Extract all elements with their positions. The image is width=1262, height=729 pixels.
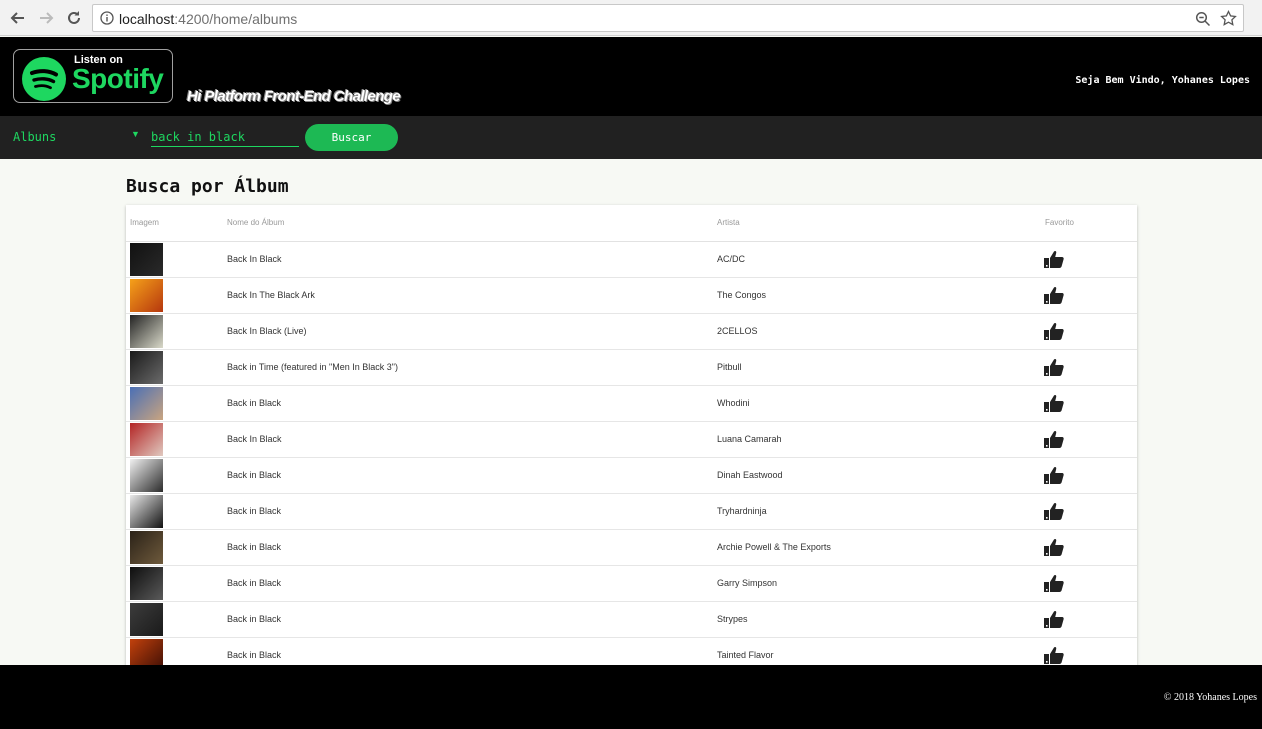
- spotify-logo-icon: [22, 57, 66, 101]
- table-row: Back in Black Strypes: [126, 602, 1137, 638]
- thumbs-up-icon[interactable]: [1044, 502, 1064, 520]
- artist-name: Whodini: [717, 398, 750, 408]
- column-header-image: Imagem: [130, 218, 159, 227]
- search-input[interactable]: [151, 127, 299, 147]
- album-cover: [130, 459, 163, 492]
- thumbs-up-icon[interactable]: [1044, 538, 1064, 556]
- app-header: Listen on Spotify Hi Platform Front-End …: [0, 37, 1262, 116]
- artist-name: Tryhardninja: [717, 506, 767, 516]
- albums-table: Imagem Nome do Álbum Artista Favorito Ba…: [126, 205, 1137, 675]
- reload-icon: [68, 11, 80, 24]
- table-row: Back in Black Whodini: [126, 386, 1137, 422]
- artist-name: The Congos: [717, 290, 767, 300]
- artist-name: Garry Simpson: [717, 578, 778, 588]
- thumbs-up-icon[interactable]: [1044, 574, 1064, 592]
- forward-button[interactable]: [34, 6, 58, 30]
- album-name: Back in Black: [227, 650, 282, 660]
- album-cover: [130, 279, 163, 312]
- table-header: Imagem Nome do Álbum Artista Favorito: [126, 205, 1137, 242]
- thumbs-up-icon[interactable]: [1044, 610, 1064, 628]
- album-name: Back in Black: [227, 470, 282, 480]
- album-name: Back in Black: [227, 398, 282, 408]
- url-text[interactable]: localhost:4200/home/albums: [119, 11, 297, 27]
- album-name: Back In Black (Live): [227, 326, 307, 336]
- listen-on-spotify-badge[interactable]: Listen on Spotify: [13, 49, 173, 103]
- artist-name: Luana Camarah: [717, 434, 782, 444]
- thumbs-up-icon[interactable]: [1044, 358, 1064, 376]
- column-header-favorite: Favorito: [1045, 218, 1074, 227]
- artist-name: Dinah Eastwood: [717, 470, 783, 480]
- album-cover: [130, 243, 163, 276]
- thumbs-up-icon[interactable]: [1044, 286, 1064, 304]
- thumbs-up-icon[interactable]: [1044, 394, 1064, 412]
- arrow-right-icon: [40, 12, 54, 24]
- album-cover: [130, 531, 163, 564]
- album-name: Back In Black: [227, 254, 282, 264]
- album-cover: [130, 387, 163, 420]
- column-header-artist: Artista: [717, 218, 740, 227]
- album-cover: [130, 351, 163, 384]
- table-row: Back in Black Garry Simpson: [126, 566, 1137, 602]
- bookmark-star-icon[interactable]: [1220, 10, 1237, 27]
- thumbs-up-icon[interactable]: [1044, 250, 1064, 268]
- thumbs-up-icon[interactable]: [1044, 646, 1064, 664]
- search-button[interactable]: Buscar: [305, 124, 398, 151]
- album-name: Back in Black: [227, 506, 282, 516]
- album-cover: [130, 315, 163, 348]
- album-cover: [130, 567, 163, 600]
- album-cover: [130, 603, 163, 636]
- album-name: Back in Black: [227, 542, 282, 552]
- search-bar: Albuns ▼ Buscar: [0, 116, 1262, 159]
- album-name: Back in Time (featured in "Men In Black …: [227, 362, 398, 372]
- artist-name: Pitbull: [717, 362, 742, 372]
- zoom-icon[interactable]: [1195, 11, 1211, 27]
- info-icon[interactable]: [100, 11, 114, 25]
- table-row: Back in Black Archie Powell & The Exports: [126, 530, 1137, 566]
- artist-name: 2CELLOS: [717, 326, 758, 336]
- artist-name: Strypes: [717, 614, 748, 624]
- album-name: Back In Black: [227, 434, 282, 444]
- album-cover: [130, 495, 163, 528]
- column-header-album: Nome do Álbum: [227, 218, 285, 227]
- url-path: :4200/home/albums: [174, 11, 298, 27]
- table-row: Back In Black Luana Camarah: [126, 422, 1137, 458]
- welcome-message: Seja Bem Vindo, Yohanes Lopes: [1075, 75, 1250, 86]
- table-row: Back In Black (Live) 2CELLOS: [126, 314, 1137, 350]
- album-name: Back In The Black Ark: [227, 290, 315, 300]
- address-bar[interactable]: localhost:4200/home/albums: [92, 4, 1244, 32]
- artist-name: AC/DC: [717, 254, 746, 264]
- artist-name: Archie Powell & The Exports: [717, 542, 831, 552]
- url-host: localhost: [119, 11, 175, 27]
- footer: © 2018 Yohanes Lopes: [0, 665, 1262, 729]
- table-row: Back In The Black Ark The Congos: [126, 278, 1137, 314]
- thumbs-up-icon[interactable]: [1044, 322, 1064, 340]
- search-type-select[interactable]: Albuns: [13, 130, 56, 144]
- reload-button[interactable]: [62, 6, 86, 30]
- album-name: Back in Black: [227, 614, 282, 624]
- dropdown-arrow-icon[interactable]: ▼: [131, 129, 140, 139]
- badge-brand-text: Spotify: [72, 63, 164, 94]
- thumbs-up-icon[interactable]: [1044, 430, 1064, 448]
- copyright-text: © 2018 Yohanes Lopes: [1163, 692, 1257, 703]
- table-row: Back in Black Dinah Eastwood: [126, 458, 1137, 494]
- thumbs-up-icon[interactable]: [1044, 466, 1064, 484]
- back-button[interactable]: [6, 6, 30, 30]
- album-name: Back in Black: [227, 578, 282, 588]
- artist-name: Tainted Flavor: [717, 650, 774, 660]
- browser-toolbar: localhost:4200/home/albums: [0, 0, 1262, 36]
- table-row: Back in Time (featured in "Men In Black …: [126, 350, 1137, 386]
- table-row: Back in Black Tryhardninja: [126, 494, 1137, 530]
- page-title: Busca por Álbum: [126, 176, 289, 197]
- app-title: Hi Platform Front-End Challenge: [187, 88, 401, 105]
- arrow-left-icon: [10, 12, 24, 24]
- table-row: Back In Black AC/DC: [126, 242, 1137, 278]
- album-cover: [130, 423, 163, 456]
